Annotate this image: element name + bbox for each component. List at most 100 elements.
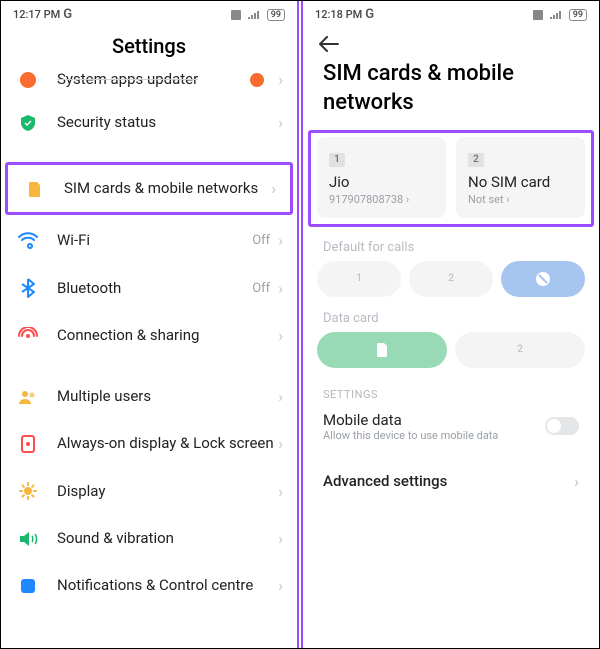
mobile-data-row[interactable]: Mobile data Allow this device to use mob… — [303, 407, 599, 452]
chevron-right-icon: › — [278, 113, 283, 132]
row-label: System apps updater — [57, 70, 244, 89]
spacer — [1, 146, 297, 160]
chevron-right-icon: › — [278, 576, 283, 595]
data-card-segment: 2 — [303, 332, 599, 368]
sim-slot-badge: 2 — [468, 153, 484, 167]
status-right-icons: 99 — [231, 9, 285, 21]
row-wifi[interactable]: Wi-Fi Off › — [1, 217, 297, 264]
data-icon — [231, 10, 241, 20]
chevron-right-icon: › — [574, 472, 579, 491]
system-apps-updater-icon — [15, 71, 41, 89]
chevron-right-icon: › — [278, 279, 283, 298]
row-connection-sharing[interactable]: Connection & sharing › — [1, 312, 297, 359]
chevron-right-icon: › — [271, 179, 276, 198]
row-label: Notifications & Control centre — [57, 576, 278, 595]
status-bar: 12:17 PMG 99 — [1, 1, 297, 28]
page-title: Settings — [1, 34, 297, 58]
chevron-right-icon: › — [278, 387, 283, 406]
row-aod-lock[interactable]: Always-on display & Lock screen › — [1, 420, 297, 467]
sim-icon — [375, 342, 389, 358]
sound-vibration-icon — [15, 530, 41, 548]
chevron-right-icon: › — [506, 193, 509, 206]
mobile-data-subtitle: Allow this device to use mobile data — [323, 429, 545, 442]
calls-sim2-button[interactable]: 2 — [409, 261, 493, 297]
row-extra: Off — [252, 233, 270, 248]
data-card-label: Data card — [303, 301, 599, 332]
calls-ask-button[interactable] — [501, 261, 585, 297]
bluetooth-icon — [15, 278, 41, 298]
sim-card-1[interactable]: 1 Jio 917907808738 › — [317, 137, 446, 218]
chevron-right-icon: › — [278, 434, 283, 453]
data-sim2-button[interactable]: 2 — [455, 332, 585, 368]
spacer — [1, 359, 297, 373]
status-time: 12:18 PM — [315, 8, 362, 21]
multiple-users-icon — [15, 388, 41, 406]
status-bar: 12:18 PMG 99 — [303, 1, 599, 28]
mobile-data-toggle[interactable] — [545, 417, 579, 435]
sim-cards-container: 1 Jio 917907808738 › 2 No SIM card Not s… — [311, 133, 591, 224]
google-icon: G — [63, 7, 72, 22]
row-label: SIM cards & mobile networks — [64, 179, 271, 198]
row-extra: Off — [252, 281, 270, 296]
row-sim-cards[interactable]: SIM cards & mobile networks › — [5, 162, 293, 215]
data-sim1-button[interactable] — [317, 332, 447, 368]
settings-list: System apps updater › Security status › … — [1, 70, 297, 595]
arrow-left-icon — [319, 36, 339, 52]
row-label: Wi-Fi — [57, 231, 252, 250]
row-display[interactable]: Display › — [1, 467, 297, 515]
google-icon: G — [365, 7, 374, 22]
update-badge-icon — [244, 72, 270, 88]
display-icon — [15, 481, 41, 501]
chevron-right-icon: › — [278, 482, 283, 501]
sim-name: No SIM card — [468, 173, 573, 191]
status-time: 12:17 PM — [13, 8, 60, 21]
row-notifications-control[interactable]: Notifications & Control centre › — [1, 562, 297, 595]
notifications-control-icon — [15, 577, 41, 595]
status-right-icons: 99 — [533, 9, 587, 21]
chevron-right-icon: › — [278, 326, 283, 345]
sim-icon — [22, 180, 48, 198]
page-title: SIM cards & mobile networks — [303, 60, 599, 133]
default-calls-label: Default for calls — [303, 230, 599, 261]
row-label: Bluetooth — [57, 279, 252, 298]
battery-icon: 99 — [267, 9, 285, 21]
calls-sim1-button[interactable]: 1 — [317, 261, 401, 297]
row-bluetooth[interactable]: Bluetooth Off › — [1, 264, 297, 312]
connection-sharing-icon — [15, 327, 41, 345]
row-sound-vibration[interactable]: Sound & vibration › — [1, 515, 297, 562]
default-calls-segment: 1 2 — [303, 261, 599, 297]
sim-networks-screen: 12:18 PMG 99 SIM cards & mobile networks… — [303, 1, 599, 648]
wifi-icon — [15, 232, 41, 250]
settings-header: SETTINGS — [303, 372, 599, 407]
signal-icon — [247, 10, 261, 20]
advanced-settings-row[interactable]: Advanced settings › — [303, 452, 599, 491]
sim-card-2[interactable]: 2 No SIM card Not set › — [456, 137, 585, 218]
aod-lock-icon — [15, 435, 41, 453]
ask-icon — [535, 271, 551, 287]
chevron-right-icon: › — [278, 231, 283, 250]
security-status-icon — [15, 114, 41, 132]
chevron-right-icon: › — [278, 529, 283, 548]
settings-screen: 12:17 PMG 99 Settings System apps update… — [1, 1, 297, 648]
row-security-status[interactable]: Security status › — [1, 99, 297, 146]
sim-number: 917907808738 › — [329, 193, 434, 206]
row-system-apps-updater[interactable]: System apps updater › — [1, 70, 297, 99]
chevron-right-icon: › — [278, 70, 283, 89]
advanced-settings-label: Advanced settings — [323, 472, 574, 490]
signal-icon — [549, 10, 563, 20]
row-label: Always-on display & Lock screen — [57, 434, 278, 453]
sim-name: Jio — [329, 173, 434, 191]
data-icon — [533, 10, 543, 20]
battery-icon: 99 — [569, 9, 587, 21]
row-label: Multiple users — [57, 387, 278, 406]
sim-number: Not set › — [468, 193, 573, 206]
back-button[interactable] — [303, 28, 599, 60]
chevron-right-icon: › — [406, 193, 409, 206]
row-label: Security status — [57, 113, 278, 132]
row-multiple-users[interactable]: Multiple users › — [1, 373, 297, 420]
row-label: Display — [57, 482, 278, 501]
row-label: Connection & sharing — [57, 326, 278, 345]
mobile-data-title: Mobile data — [323, 411, 545, 429]
sim-slot-badge: 1 — [329, 153, 345, 167]
row-label: Sound & vibration — [57, 529, 278, 548]
